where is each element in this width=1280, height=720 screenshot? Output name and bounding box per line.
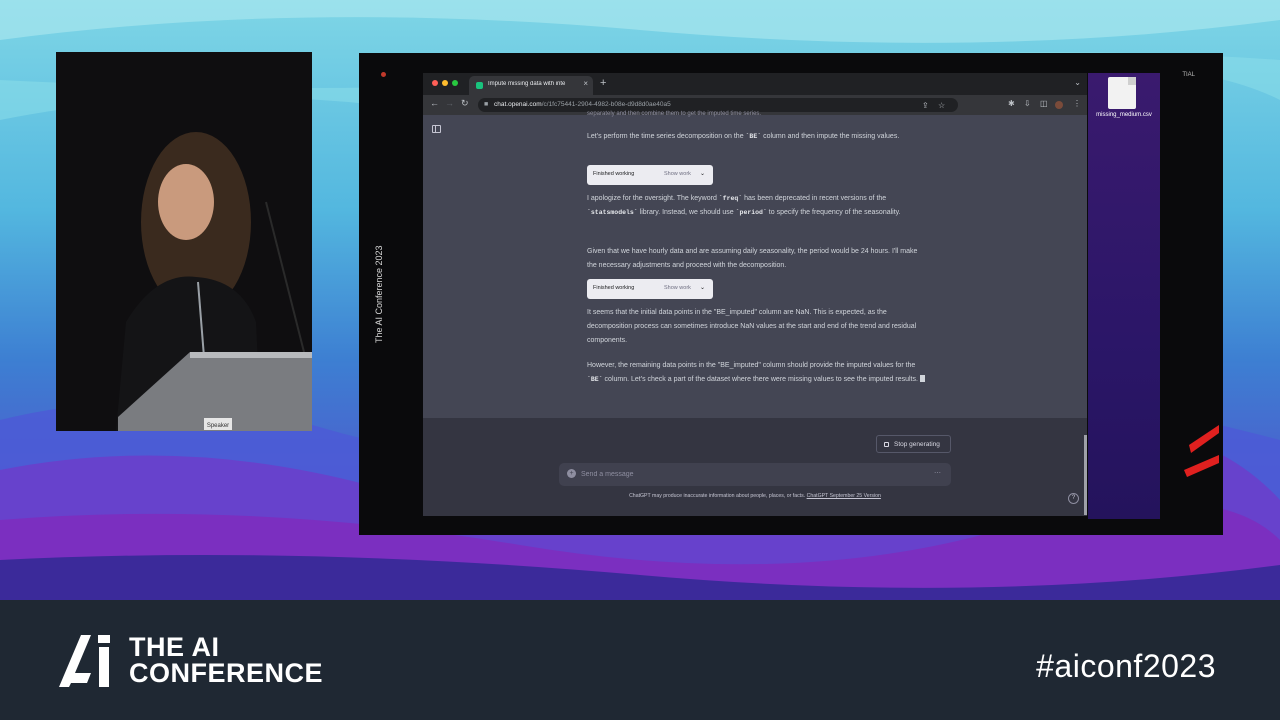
chatgpt-page: separately and then combine them to get …: [423, 111, 1087, 516]
chevron-down-icon[interactable]: ⌄: [700, 170, 705, 177]
address-bar[interactable]: ■ chat.openai.com/c/1fc75441-2904-4982-b…: [478, 98, 958, 112]
url-text: chat.openai.com/c/1fc75441-2904-4982-b08…: [494, 101, 671, 108]
new-tab-button[interactable]: +: [600, 77, 606, 89]
typing-cursor: [919, 375, 925, 382]
speaker-video: Speaker: [56, 52, 312, 431]
show-work-label[interactable]: Show work: [664, 285, 691, 291]
finished-working-toggle[interactable]: Finished working Show work ⌄: [587, 279, 713, 299]
tab-title: Impute missing data with inte: [488, 81, 566, 87]
conference-logo-text: THE AI CONFERENCE: [129, 632, 324, 688]
back-icon[interactable]: ←: [430, 98, 439, 108]
speaker-badge: Speaker: [207, 423, 229, 429]
document-icon[interactable]: [1108, 77, 1136, 109]
message-partial-top: separately and then combine them to get …: [587, 111, 762, 117]
scrollbar[interactable]: [1084, 435, 1087, 515]
message-input[interactable]: [581, 467, 921, 481]
download-icon[interactable]: ⇩: [1024, 99, 1031, 108]
composer-area: Stop generating + ⋯ ChatGPT may produce …: [423, 418, 1087, 516]
assistant-message-area: separately and then combine them to get …: [423, 111, 1087, 418]
share-icon[interactable]: ⇪: [922, 101, 929, 110]
message-paragraph: Let's perform the time series decomposit…: [587, 133, 900, 140]
zoom-window-icon[interactable]: [452, 80, 458, 86]
lock-icon: ■: [484, 101, 489, 108]
stop-generating-label: Stop generating: [894, 441, 940, 448]
message-paragraph: It seems that the initial data points in…: [587, 309, 917, 344]
desktop-corner-text: TIAL: [1182, 72, 1195, 78]
menu-kebab-icon[interactable]: ⋮: [1073, 99, 1081, 108]
conference-footer: THE AI CONFERENCE #aiconf2023: [0, 600, 1280, 720]
version-link[interactable]: ChatGPT September 25 Version: [807, 493, 881, 499]
finished-working-toggle[interactable]: Finished working Show work ⌄: [587, 165, 713, 185]
finished-working-label: Finished working: [593, 285, 635, 291]
stop-icon: [884, 442, 889, 447]
conference-hashtag: #aiconf2023: [1036, 648, 1216, 684]
desktop-background: missing_medium.csv: [1088, 73, 1160, 519]
sidebar-toggle-icon[interactable]: [432, 125, 441, 133]
forward-icon[interactable]: →: [445, 98, 454, 108]
chevron-down-icon[interactable]: ⌄: [700, 284, 705, 291]
sidepanel-icon[interactable]: ◫: [1040, 99, 1048, 108]
message-paragraph: However, the remaining data points in th…: [587, 359, 927, 387]
disclaimer: ChatGPT may produce inaccurate informati…: [629, 493, 881, 499]
tab-chatgpt[interactable]: Impute missing data with inte ×: [469, 76, 593, 95]
red-decor-shape: [1184, 425, 1219, 477]
extensions-icon[interactable]: ✱: [1008, 99, 1015, 108]
recording-dot: [381, 72, 386, 77]
desktop-file-label[interactable]: missing_medium.csv: [1092, 111, 1156, 119]
finished-working-label: Finished working: [593, 171, 635, 177]
bookmark-star-icon[interactable]: ☆: [938, 101, 945, 110]
reload-icon[interactable]: ↻: [461, 98, 469, 109]
minimize-window-icon[interactable]: [442, 80, 448, 86]
send-loading-icon: ⋯: [934, 470, 941, 477]
browser-window: Impute missing data with inte × + ⌄ ← → …: [423, 73, 1087, 516]
tab-close-icon[interactable]: ×: [583, 79, 588, 88]
show-work-label[interactable]: Show work: [664, 171, 691, 177]
stop-generating-button[interactable]: Stop generating: [876, 435, 951, 453]
plus-icon[interactable]: +: [567, 469, 576, 478]
message-paragraph: Given that we have hourly data and are a…: [587, 248, 918, 269]
tab-search-chevron-icon[interactable]: ⌄: [1074, 78, 1081, 87]
conference-vertical-label: The AI Conference 2023: [374, 245, 384, 343]
profile-avatar[interactable]: [1055, 101, 1063, 109]
screen-share: TIAL The AI Conference 2023 missing_medi…: [359, 53, 1223, 535]
close-window-icon[interactable]: [432, 80, 438, 86]
help-button[interactable]: ?: [1068, 493, 1079, 504]
tab-bar: Impute missing data with inte × + ⌄: [423, 73, 1087, 95]
chatgpt-favicon-icon: [476, 82, 483, 89]
conference-logo-icon: [59, 635, 110, 687]
message-input-box[interactable]: + ⋯: [559, 463, 951, 486]
message-paragraph: I apologize for the oversight. The keywo…: [587, 195, 901, 216]
